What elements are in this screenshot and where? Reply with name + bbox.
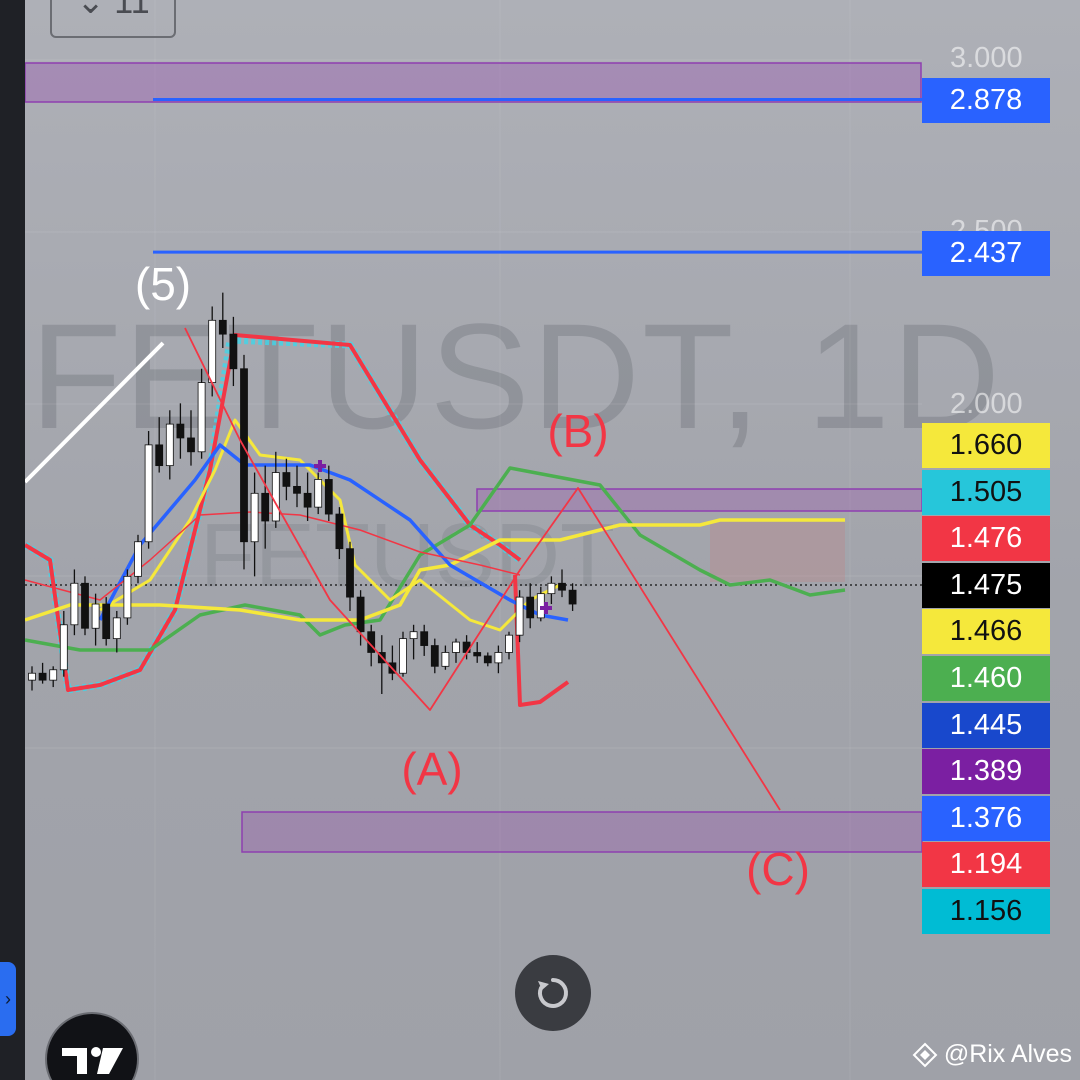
price-label: 1.660 [922,423,1050,468]
candle-body [536,593,545,619]
candle-body [70,582,79,626]
candle-body [218,319,227,335]
candle-body [208,319,217,383]
expand-toolbar-icon[interactable]: › [0,962,16,1036]
candle-body [441,652,450,667]
candle-body [335,513,344,550]
binance-diamond-icon [912,1042,938,1067]
indicator-toggle-button[interactable]: ⌄ 11 [50,0,176,38]
candle-body [483,655,492,664]
candle-body [409,631,418,640]
candle-body [293,485,301,494]
candle-body [165,423,174,467]
candle-body [91,603,100,629]
candle-body [568,589,577,605]
candle-body [303,492,312,508]
candle-body [59,624,68,671]
candle-body [346,548,354,598]
price-label: 1.466 [922,609,1050,655]
chart-stage[interactable]: FETUSDT, 1D FETUSDT (5) (B) (A) (C) › ⌄ 11 … [0,0,1080,1080]
demand-zone-c [241,811,923,853]
price-label: 1.475 [922,562,1050,608]
candle-body [452,641,460,653]
price-label: 1.476 [922,516,1050,562]
candle-body [399,638,407,674]
candle-body [28,672,36,681]
candle-body [420,631,429,646]
candle-body [112,617,121,640]
candle-body [229,333,238,370]
reset-arrow-icon [538,978,568,1008]
candle-body [473,652,482,657]
price-label: 1.156 [922,889,1050,934]
price-tick: 2.000 [950,388,1023,420]
tradingview-logo-icon[interactable] [45,1012,139,1080]
candle-body [102,603,111,640]
credit-text: @Rix Alves [943,1040,1072,1068]
price-label: 2.878 [922,78,1050,123]
candle-body [49,669,58,681]
supply-zone-top [24,62,922,103]
candle-body [494,652,503,664]
candle-body [155,444,164,467]
wave-5-impulse-line [23,341,165,484]
price-label: 1.389 [922,749,1050,795]
red-thin-line [24,511,521,601]
price-tick: 3.000 [950,42,1023,74]
wave-label-0: (5) [135,258,191,310]
price-label: 1.376 [922,795,1050,841]
candle-body [134,541,142,577]
candle-body [324,479,333,515]
candle-body [261,492,270,522]
candle-body [123,575,132,619]
wave-label-1: (B) [547,405,608,457]
kumo-cloud [710,522,845,582]
candle-body [197,382,206,453]
wave-abc-path [184,327,781,811]
candle-body [240,368,248,543]
author-credit: @Rix Alves [912,1040,1072,1069]
candle-body [176,423,185,439]
candle-body [187,437,195,453]
candle-body [144,444,153,543]
price-label: 1.194 [922,842,1050,888]
candle-body [526,596,535,619]
wave-label-2: (A) [401,743,462,795]
candle-body [314,479,323,508]
candle-body [38,672,47,681]
price-label: 1.505 [922,469,1050,515]
price-label: 2.437 [922,231,1050,276]
candle-body [250,492,259,543]
candle-body [547,582,556,595]
candle-body [505,634,513,653]
candle-body [356,596,365,633]
wave-label-3: (C) [746,843,810,895]
candle-body [430,645,439,667]
zone-b [476,488,923,512]
price-label: 1.445 [922,702,1050,748]
price-chart[interactable]: (5) (B) (A) (C) [0,0,1080,1080]
left-toolbar-strip [0,0,25,1080]
candle-body [515,596,524,636]
candle-body [81,582,89,629]
reset-chart-button[interactable] [515,955,591,1031]
candle-body [558,582,566,591]
price-label: 1.460 [922,656,1050,701]
candle-body [271,472,280,522]
candle-body [282,472,291,487]
